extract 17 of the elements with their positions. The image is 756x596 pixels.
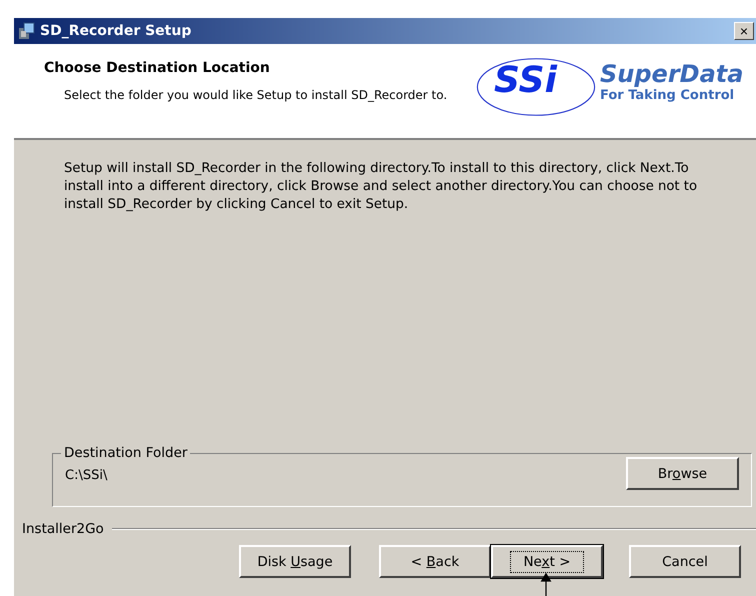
dialog-button[interactable]: Disk Usage — [239, 545, 351, 578]
brand-tagline: For Taking Control — [600, 88, 736, 103]
step-description: Select the folder you would like Setup to install SD_Recorder to. — [64, 88, 448, 102]
folder-path: C:\SSi\ — [65, 468, 108, 483]
brand-name: SuperData — [600, 60, 744, 88]
dialog-button[interactable]: Cancel — [629, 545, 741, 578]
dialog-button[interactable]: < Back — [379, 545, 491, 578]
footer-brand: Installer2Go — [22, 521, 104, 537]
window-title: SD_Recorder Setup — [40, 23, 192, 39]
installer-icon — [18, 22, 36, 40]
close-button[interactable]: × — [734, 22, 754, 40]
step-title: Choose Destination Location — [44, 60, 270, 76]
group-label: Destination Folder — [63, 445, 188, 461]
logo-mark: SSi — [494, 60, 557, 101]
dialog-button[interactable]: Next > — [491, 545, 603, 578]
instructions-text: Setup will install SD_Recorder in the following directory.To install to this directory, click Next.To install into a different directory, click Browse and select another directory.You can choose not to install SD_Recorder by clicking Cancel to exit Setup. — [64, 160, 698, 214]
browse-button[interactable]: Browse — [626, 457, 739, 490]
